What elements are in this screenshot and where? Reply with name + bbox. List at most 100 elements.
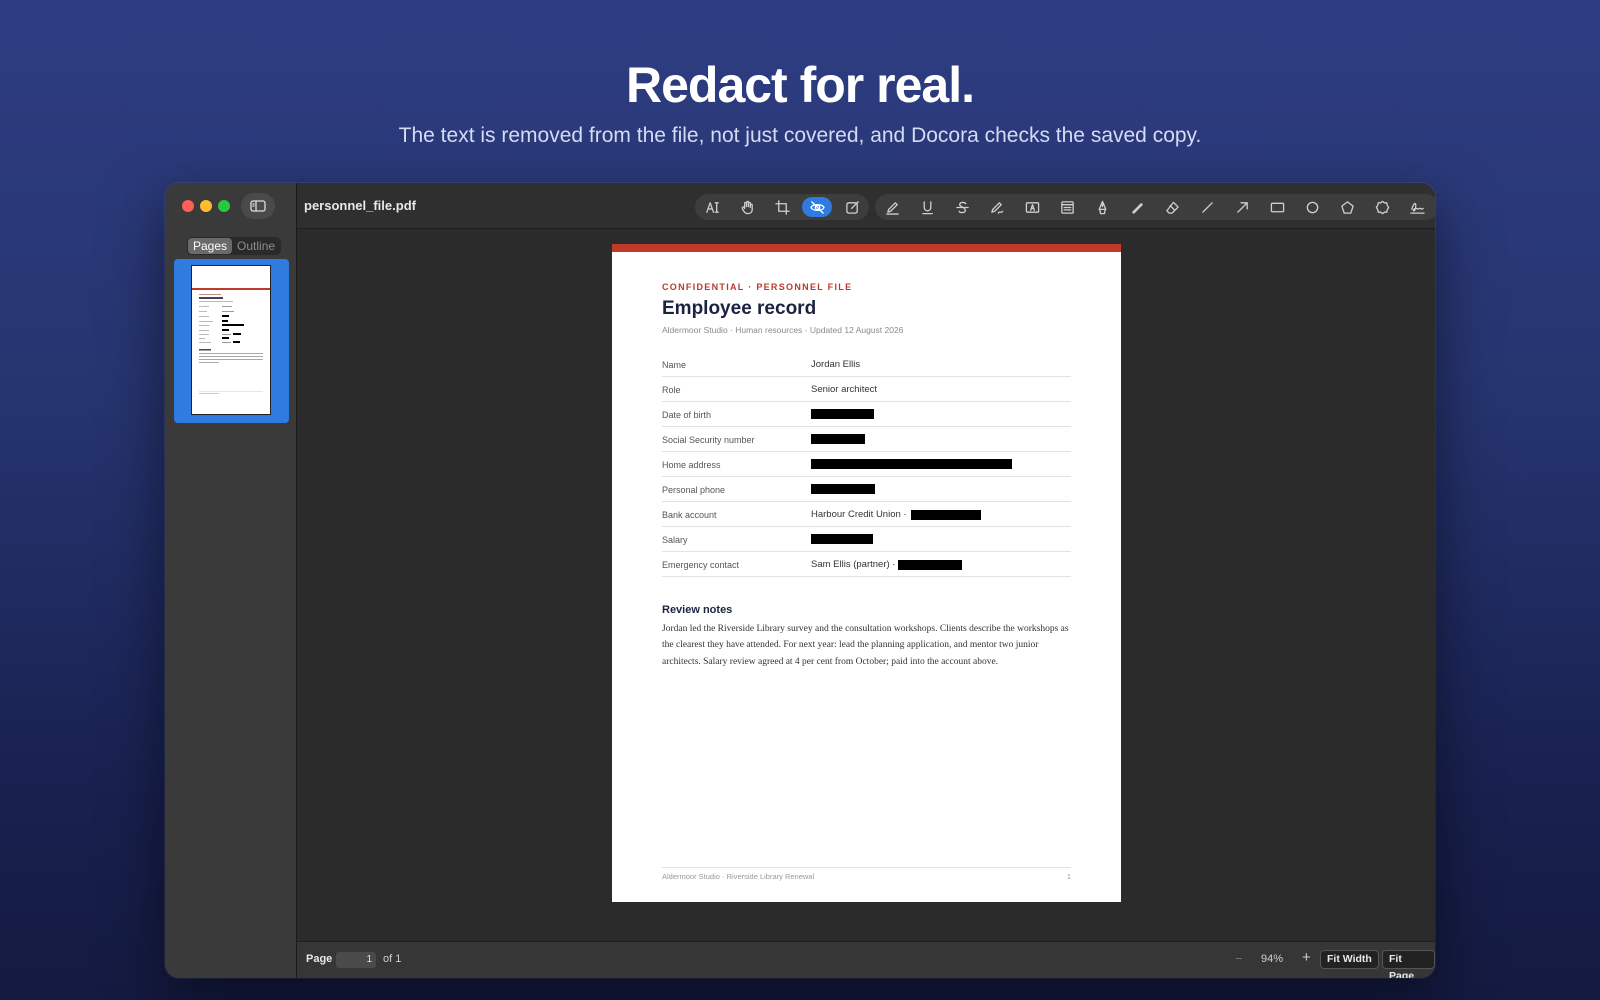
table-row: Social Security number — [662, 427, 1071, 452]
sidebar-toggle-button[interactable] — [241, 193, 275, 219]
fit-width-button[interactable]: Fit Width — [1320, 950, 1379, 969]
stamp-icon — [1375, 200, 1389, 214]
hero-subtitle: The text is removed from the file, not j… — [398, 124, 1202, 147]
strikethrough-button[interactable] — [947, 197, 977, 217]
toolbar-group-annotations — [875, 194, 1435, 220]
toolbar: personnel_file.pdf — [297, 183, 1435, 229]
ellipse-icon — [1306, 201, 1318, 213]
row-label: Personal phone — [662, 485, 726, 495]
table-row: Home address — [662, 452, 1071, 477]
status-bar: Page 1 of 1 − 94% + Fit Width Fit Page — [297, 941, 1435, 978]
table-row: Date of birth — [662, 402, 1071, 427]
toolbar-group-tools — [695, 194, 869, 220]
tab-outline[interactable]: Outline — [232, 238, 280, 254]
page-thumbnail-selected[interactable] — [174, 259, 289, 423]
redact-button[interactable] — [802, 197, 832, 217]
zoom-decrease-button[interactable]: − — [1235, 951, 1243, 966]
rectangle-button[interactable] — [1262, 197, 1292, 217]
page-number-input[interactable]: 1 — [336, 952, 376, 968]
ellipse-button[interactable] — [1297, 197, 1327, 217]
edit-button[interactable] — [837, 197, 867, 217]
row-value: Senior architect — [811, 384, 877, 395]
record-table: Name Jordan Ellis Role Senior architect … — [662, 352, 1071, 577]
row-label: Social Security number — [662, 435, 755, 445]
underline-icon — [921, 200, 933, 214]
notes-heading: Review notes — [662, 604, 733, 616]
row-value — [811, 484, 875, 494]
notes-paragraph: Jordan led the Riverside Library survey … — [662, 624, 1069, 667]
straight-line-icon — [1201, 201, 1213, 213]
text-select-button[interactable] — [697, 197, 727, 217]
signature-icon — [1409, 202, 1425, 214]
redaction-box[interactable] — [811, 459, 1012, 469]
polygon-button[interactable] — [1332, 197, 1362, 217]
sidebar: Pages Outline — [165, 183, 297, 978]
row-value-text: Harbour Credit Union · — [811, 509, 907, 520]
sidebar-view-switcher: Pages Outline — [187, 237, 282, 255]
arrow-icon — [1236, 201, 1248, 213]
polygon-icon — [1340, 200, 1354, 214]
row-label: Home address — [662, 460, 721, 470]
zoom-increase-button[interactable]: + — [1302, 949, 1311, 966]
table-row: Role Senior architect — [662, 377, 1071, 402]
tab-pages[interactable]: Pages — [188, 238, 233, 254]
rectangle-icon — [1270, 202, 1284, 212]
document-meta: Aldermoor Studio · Human resources · Upd… — [662, 325, 904, 335]
table-row: Name Jordan Ellis — [662, 352, 1071, 377]
row-value: Harbour Credit Union · — [811, 509, 981, 520]
text-select-icon — [705, 201, 719, 213]
stamp-button[interactable] — [1367, 197, 1397, 217]
zoom-level: 94% — [1261, 953, 1284, 965]
row-value-text: Senior architect — [811, 384, 878, 395]
row-value — [811, 409, 874, 419]
eraser-button[interactable] — [1157, 197, 1187, 217]
freehand-button[interactable] — [982, 197, 1012, 217]
redaction-box[interactable] — [811, 484, 875, 494]
minimize-window-button[interactable] — [200, 200, 212, 212]
document-title: Employee record — [662, 298, 817, 319]
note-button[interactable] — [1052, 197, 1082, 217]
page-label: Page — [306, 953, 333, 965]
hand-button[interactable] — [732, 197, 762, 217]
footer-text: Aldermoor Studio · Riverside Library Ren… — [662, 872, 815, 881]
redaction-box[interactable] — [910, 509, 981, 520]
pdf-page[interactable]: CONFIDENTIAL · PERSONNEL FILE Employee r… — [612, 244, 1121, 902]
hand-icon — [741, 200, 753, 214]
freehand-icon — [990, 201, 1003, 214]
document-filename: personnel_file.pdf — [304, 198, 416, 213]
redaction-box[interactable] — [898, 559, 963, 570]
close-window-button[interactable] — [182, 200, 194, 212]
zoom-window-button[interactable] — [218, 200, 230, 212]
fit-page-button[interactable]: Fit Page — [1382, 950, 1435, 978]
redaction-box[interactable] — [811, 409, 874, 419]
page-footer: Aldermoor Studio · Riverside Library Ren… — [662, 867, 1071, 881]
marker-button[interactable] — [1122, 197, 1152, 217]
pen-button[interactable] — [1087, 197, 1117, 217]
row-label: Name — [662, 360, 687, 370]
row-value-text: Sam Ellis (partner) · — [811, 559, 896, 570]
table-row: Personal phone — [662, 477, 1071, 502]
row-label: Role — [662, 385, 681, 395]
text-box-icon — [1025, 201, 1039, 213]
table-row: Emergency contact Sam Ellis (partner) · — [662, 552, 1071, 577]
underline-button[interactable] — [912, 197, 942, 217]
row-label: Emergency contact — [662, 560, 740, 570]
line-icon — [1131, 202, 1143, 214]
highlight-button[interactable] — [877, 197, 907, 217]
document-canvas[interactable]: CONFIDENTIAL · PERSONNEL FILE Employee r… — [297, 229, 1435, 941]
arrow-button[interactable] — [1227, 197, 1257, 217]
signature-button[interactable] — [1402, 197, 1432, 217]
crop-icon — [774, 199, 790, 215]
redaction-box[interactable] — [811, 434, 865, 444]
text-box-button[interactable] — [1017, 197, 1047, 217]
page-thumbnail — [191, 265, 271, 415]
line-button[interactable] — [1192, 197, 1222, 217]
crop-button[interactable] — [767, 197, 797, 217]
pen-icon — [1098, 200, 1106, 214]
row-value — [811, 434, 865, 444]
row-label: Salary — [662, 535, 688, 545]
strikethrough-icon — [955, 201, 969, 213]
page-total: of 1 — [383, 953, 402, 965]
redaction-box[interactable] — [811, 534, 873, 544]
sidebar-icon — [250, 200, 266, 212]
